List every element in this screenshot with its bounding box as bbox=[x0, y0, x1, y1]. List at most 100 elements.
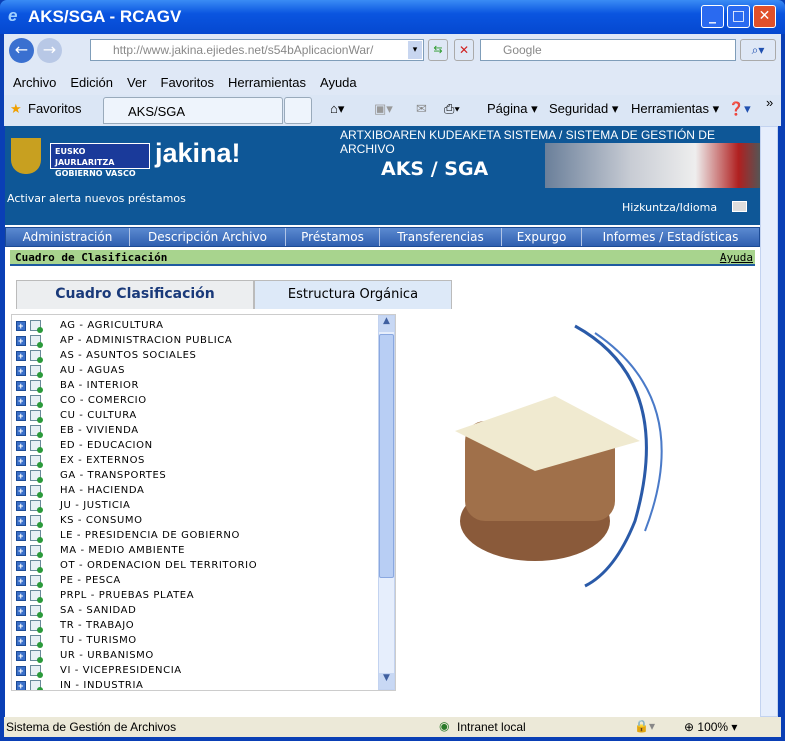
folder-add-icon[interactable] bbox=[30, 635, 43, 648]
tree-item[interactable]: + VI - VICEPRESIDENCIA bbox=[16, 663, 182, 678]
nav-informes[interactable]: Informes / Estadísticas bbox=[582, 228, 759, 246]
tree-item[interactable]: + MA - MEDIO AMBIENTE bbox=[16, 543, 185, 558]
folder-add-icon[interactable] bbox=[30, 365, 43, 378]
tree-item[interactable]: + KS - CONSUMO bbox=[16, 513, 143, 528]
folder-add-icon[interactable] bbox=[30, 575, 43, 588]
expand-icon[interactable]: + bbox=[16, 440, 26, 451]
home-icon[interactable]: ⌂▾ bbox=[330, 101, 344, 117]
tree-item-label[interactable]: BA - INTERIOR bbox=[60, 380, 139, 391]
address-dropdown[interactable]: ▾ bbox=[408, 41, 422, 59]
tree-item-label[interactable]: SA - SANIDAD bbox=[60, 605, 136, 616]
tree-item-label[interactable]: OT - ORDENACION DEL TERRITORIO bbox=[60, 560, 257, 571]
tab-cuadro-clasificacion[interactable]: Cuadro Clasificación bbox=[16, 280, 254, 309]
security-menu[interactable]: Seguridad ▾ bbox=[549, 101, 618, 117]
expand-icon[interactable]: + bbox=[16, 545, 26, 556]
folder-add-icon[interactable] bbox=[30, 545, 43, 558]
forward-button[interactable]: → bbox=[37, 38, 62, 63]
tree-item[interactable]: + IN - INDUSTRIA bbox=[16, 678, 143, 690]
search-input[interactable]: Google bbox=[480, 39, 736, 61]
stop-button[interactable]: ✕ bbox=[454, 39, 474, 61]
expand-icon[interactable]: + bbox=[16, 530, 26, 541]
tree-item[interactable]: + UR - URBANISMO bbox=[16, 648, 154, 663]
tree-item-label[interactable]: MA - MEDIO AMBIENTE bbox=[60, 545, 185, 556]
tree-item[interactable]: + PRPL - PRUEBAS PLATEA bbox=[16, 588, 194, 603]
expand-icon[interactable]: + bbox=[16, 500, 26, 511]
tree-item-label[interactable]: UR - URBANISMO bbox=[60, 650, 154, 661]
browser-tab[interactable]: AKS/SGA bbox=[103, 97, 283, 124]
folder-add-icon[interactable] bbox=[30, 455, 43, 468]
nav-expurgo[interactable]: Expurgo bbox=[502, 228, 582, 246]
maximize-button[interactable]: □ bbox=[727, 5, 750, 28]
folder-add-icon[interactable] bbox=[30, 440, 43, 453]
expand-icon[interactable]: + bbox=[16, 410, 26, 421]
folder-add-icon[interactable] bbox=[30, 470, 43, 483]
feed-icon[interactable]: ▣▾ bbox=[374, 101, 393, 117]
chevron-more-icon[interactable]: » bbox=[766, 95, 773, 110]
expand-icon[interactable]: + bbox=[16, 650, 26, 661]
mail-icon[interactable]: ✉ bbox=[416, 101, 427, 117]
folder-add-icon[interactable] bbox=[30, 380, 43, 393]
tree-item-label[interactable]: CU - CULTURA bbox=[60, 410, 137, 421]
print-icon[interactable]: ⎙▾ bbox=[444, 101, 460, 117]
tree-item[interactable]: + EX - EXTERNOS bbox=[16, 453, 145, 468]
menu-ver[interactable]: Ver bbox=[127, 75, 147, 90]
folder-add-icon[interactable] bbox=[30, 530, 43, 543]
tree-scrollbar[interactable]: ▲ ▼ bbox=[378, 315, 395, 690]
protected-mode-icon[interactable]: 🔒▾ bbox=[634, 719, 655, 733]
minimize-button[interactable]: _ bbox=[701, 5, 724, 28]
refresh-button[interactable]: ⇆ bbox=[428, 39, 448, 61]
tree-item[interactable]: + AG - AGRICULTURA bbox=[16, 318, 164, 333]
tree-item-label[interactable]: EX - EXTERNOS bbox=[60, 455, 145, 466]
folder-add-icon[interactable] bbox=[30, 410, 43, 423]
page-menu[interactable]: Página ▾ bbox=[487, 101, 538, 117]
back-button[interactable]: ← bbox=[9, 38, 34, 63]
zoom-control[interactable]: ⊕ 100% ▾ bbox=[684, 720, 737, 734]
expand-icon[interactable]: + bbox=[16, 515, 26, 526]
folder-add-icon[interactable] bbox=[30, 320, 43, 333]
tree-item[interactable]: + ED - EDUCACION bbox=[16, 438, 153, 453]
nav-prestamos[interactable]: Préstamos bbox=[286, 228, 380, 246]
search-icon[interactable]: ⌕▾ bbox=[740, 39, 776, 61]
tree-item[interactable]: + CO - COMERCIO bbox=[16, 393, 147, 408]
language-link[interactable]: Hizkuntza/Idioma bbox=[622, 201, 717, 214]
expand-icon[interactable]: + bbox=[16, 665, 26, 676]
tree-item-label[interactable]: ED - EDUCACION bbox=[60, 440, 153, 451]
help-icon[interactable]: ❓▾ bbox=[728, 101, 751, 117]
nav-transferencias[interactable]: Transferencias bbox=[380, 228, 502, 246]
folder-add-icon[interactable] bbox=[30, 500, 43, 513]
tree-item[interactable]: + EB - VIVIENDA bbox=[16, 423, 139, 438]
expand-icon[interactable]: + bbox=[16, 575, 26, 586]
menu-ayuda[interactable]: Ayuda bbox=[320, 75, 357, 90]
expand-icon[interactable]: + bbox=[16, 590, 26, 601]
folder-add-icon[interactable] bbox=[30, 560, 43, 573]
tab-estructura-organica[interactable]: Estructura Orgánica bbox=[254, 280, 452, 309]
tree-item[interactable]: + LE - PRESIDENCIA DE GOBIERNO bbox=[16, 528, 240, 543]
tree-item[interactable]: + SA - SANIDAD bbox=[16, 603, 136, 618]
folder-add-icon[interactable] bbox=[30, 335, 43, 348]
expand-icon[interactable]: + bbox=[16, 335, 26, 346]
nav-administracion[interactable]: Administración bbox=[6, 228, 130, 246]
new-tab-button[interactable] bbox=[284, 97, 312, 124]
expand-icon[interactable]: + bbox=[16, 455, 26, 466]
folder-add-icon[interactable] bbox=[30, 620, 43, 633]
tree-item-label[interactable]: PE - PESCA bbox=[60, 575, 121, 586]
folder-add-icon[interactable] bbox=[30, 425, 43, 438]
expand-icon[interactable]: + bbox=[16, 485, 26, 496]
tree-item-label[interactable]: TR - TRABAJO bbox=[60, 620, 134, 631]
expand-icon[interactable]: + bbox=[16, 470, 26, 481]
folder-add-icon[interactable] bbox=[30, 680, 43, 690]
close-button[interactable]: ✕ bbox=[753, 5, 776, 28]
expand-icon[interactable]: + bbox=[16, 365, 26, 376]
tree-item[interactable]: + CU - CULTURA bbox=[16, 408, 137, 423]
tree-item-label[interactable]: KS - CONSUMO bbox=[60, 515, 143, 526]
menu-favoritos[interactable]: Favoritos bbox=[161, 75, 214, 90]
expand-icon[interactable]: + bbox=[16, 605, 26, 616]
menu-herramientas[interactable]: Herramientas bbox=[228, 75, 306, 90]
scroll-down-button[interactable]: ▼ bbox=[379, 673, 394, 689]
folder-add-icon[interactable] bbox=[30, 650, 43, 663]
alert-link[interactable]: Activar alerta nuevos préstamos bbox=[7, 192, 186, 205]
tree-item[interactable]: + AP - ADMINISTRACION PUBLICA bbox=[16, 333, 232, 348]
expand-icon[interactable]: + bbox=[16, 395, 26, 406]
page-scrollbar[interactable] bbox=[760, 126, 778, 717]
tree-item[interactable]: + JU - JUSTICIA bbox=[16, 498, 130, 513]
